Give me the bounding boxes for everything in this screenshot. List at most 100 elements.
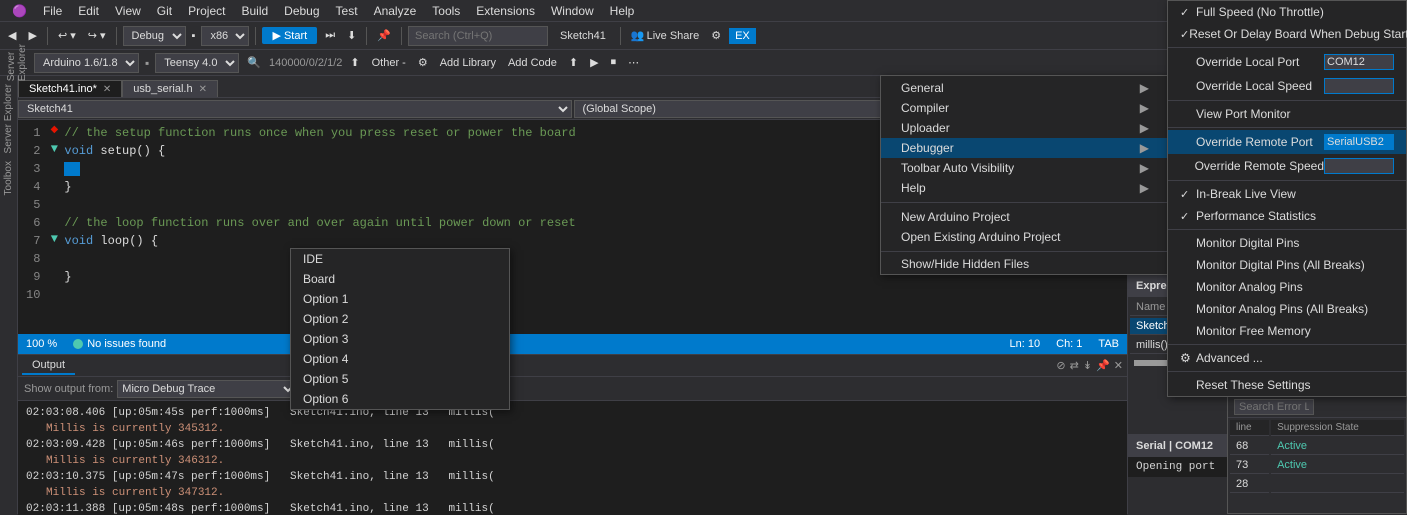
debug-config-select[interactable]: Debug [123,26,186,46]
menu-git[interactable]: Git [149,2,180,20]
sidebar-item-toolbox[interactable]: Toolbox [1,157,16,199]
menu-file[interactable]: File [35,2,70,20]
expressions-panel: Expressions on COM12 📌 ✕ Name Data Min [1128,274,1407,434]
settings-button[interactable]: ⚙ [707,27,725,44]
editor-scope-bar: Sketch41 (Global Scope) [18,98,1127,120]
vmicro-option1-select[interactable]: USB Type: Triple Serial [1188,144,1401,162]
menu-view[interactable]: View [107,2,149,20]
vmicro-ide-select[interactable]: Arduino 1.6/1.8 [1188,100,1401,118]
scope-right-select[interactable]: (Global Scope) [574,100,1128,118]
sep5 [401,27,402,45]
maximize-button[interactable]: □ [1365,2,1380,19]
add-code-button[interactable]: Add Code [504,55,561,71]
search-input[interactable] [408,26,548,46]
liveshare-button[interactable]: 👥 Live Share [627,27,703,44]
line-numbers: 12345 678910 [18,120,48,334]
menu-analyze[interactable]: Analyze [366,2,425,20]
add-library-button[interactable]: Add Library [436,55,500,71]
output-scroll-btn[interactable]: ↡ [1083,359,1092,372]
sep1 [47,27,48,45]
more-btn[interactable]: ⋯ [624,54,643,71]
line-number: Ln: 10 [1010,338,1041,350]
serial-settings-btn[interactable]: ⚙ [1353,440,1363,453]
output-source-btn1[interactable]: ⊘ [301,382,310,395]
vmicro-board-select[interactable]: Teensy 4.0 [1188,122,1401,140]
board-search-button[interactable]: 🔍 [243,54,265,71]
output-source-btn3[interactable]: ▶ [327,382,335,395]
redo-button[interactable]: ↪ ▾ [84,27,110,44]
menu-edit[interactable]: Edit [70,2,107,20]
menu-project[interactable]: Project [180,2,233,20]
expr-row-2[interactable]: millis() 349312 4312 [1130,337,1405,354]
minimize-button[interactable]: ─ [1347,2,1363,19]
tab-usb-serial[interactable]: usb_serial.h ✕ [122,80,218,97]
zoom-level: 100 % [26,338,57,350]
expr-scrollbar-thumb[interactable] [1134,360,1294,366]
undo-button[interactable]: ↩ ▾ [54,27,80,44]
menu-extensions[interactable]: Extensions [468,2,543,20]
vmicro-dropdown-btn[interactable]: vMicro ▾ [1321,54,1377,71]
serial-cstr-btn[interactable]: CStr [1367,440,1399,453]
toolbar-dot: ▪ [190,30,198,42]
back-button[interactable]: ◀ [4,27,20,44]
forward-button[interactable]: ▶ [24,27,40,44]
board-select[interactable]: Teensy 4.0 [155,53,239,73]
vmicro-option5-select[interactable]: Lockable: OFF [1188,232,1401,250]
vmicro-option3-select[interactable]: Optimize: Faster [1188,188,1401,206]
stop-btn[interactable]: ⏹ [607,54,621,71]
arch-select[interactable]: x86 [201,26,249,46]
output-source-btn4[interactable]: ⬇ [339,382,348,395]
expr-scrollbar[interactable] [1134,360,1401,366]
upload-button[interactable]: ⬆ [346,54,363,71]
expr-close-btn[interactable]: ✕ [1390,280,1399,293]
editor-tab-bar: Sketch41.ino* ✕ usb_serial.h ✕ [18,76,1127,98]
serial-email-btn[interactable]: ✉ [1340,440,1349,453]
arduino-toolbar: Server Explorer Arduino 1.6/1.8 ▪ Teensy… [0,50,1407,76]
serial-baud-select[interactable] [1296,438,1336,454]
vmicro-option1-row: Option 1 USB Type: Triple Serial [1128,142,1407,164]
output-wrap-btn[interactable]: ⇄ [1070,359,1079,372]
other-label[interactable]: Other - [368,57,410,69]
run-btn[interactable]: ▶ [586,54,602,71]
menu-window[interactable]: Window [543,2,602,20]
step-into-button[interactable]: ⬇ [343,27,360,44]
close-button[interactable]: ✕ [1382,2,1399,19]
settings-btn2[interactable]: ⚙ [414,54,432,71]
menu-debug[interactable]: Debug [276,2,327,20]
expr-row2-min: 4312 [1356,337,1405,354]
output-pin-btn[interactable]: 📌 [1096,359,1110,372]
vmicro-option6-select[interactable]: Key Location: Sketchbook Folder [1188,254,1401,272]
board-profile-select[interactable]: Arduino 1.6/1.8 [34,53,139,73]
server-explorer-tab[interactable]: Server Explorer [4,44,30,81]
expr-pin-btn[interactable]: 📌 [1373,280,1387,293]
output-close-btn[interactable]: ✕ [1114,359,1123,372]
vmicro-pin-icon[interactable]: 📌 [1385,80,1399,93]
vmicro-header: vMicro ▾ 📌 [1128,76,1407,98]
menu-test[interactable]: Test [328,2,366,20]
tab-close-sketch41[interactable]: ✕ [103,84,111,95]
vmicro-pin-btn[interactable]: 📌 [1381,54,1403,71]
output-source-btn2[interactable]: ◀ [315,382,323,395]
menu-build[interactable]: Build [233,2,276,20]
tab-close-usb[interactable]: ✕ [199,84,207,95]
output-tab[interactable]: Output [22,357,75,375]
pin-button[interactable]: 📌 [373,27,395,44]
menu-vs-icon[interactable]: 🟣 [4,2,35,20]
output-clear-btn[interactable]: ⊘ [1056,359,1065,372]
vmicro-option2-select[interactable]: CPU Speed: 600 MHz [1188,166,1401,184]
menu-tools[interactable]: Tools [424,2,468,20]
title-sketch: Sketch41 [552,30,614,42]
start-button[interactable]: ▶ Start [262,27,317,44]
upload-btn2[interactable]: ⬆ [565,54,582,71]
sidebar-item-server-explorer[interactable]: Server Explorer [1,80,16,157]
scope-left-select[interactable]: Sketch41 [18,100,572,118]
ex-button[interactable]: EX [729,28,756,44]
step-over-button[interactable]: ⏭ [321,27,339,44]
vmicro-option4-select[interactable]: Keyboard Layout: US English [1188,210,1401,228]
output-line-3: 02:03:09.428 [up:05m:46s perf:1000ms] Sk… [26,437,1119,453]
code-editor[interactable]: 12345 678910 ◆ ▼ ▼ // the setup function… [18,120,1127,334]
menu-help[interactable]: Help [602,2,643,20]
tab-sketch41[interactable]: Sketch41.ino* ✕ [18,80,122,97]
output-source-select[interactable]: Micro Debug Trace [117,380,297,398]
expr-row-1[interactable]: Sketch41.ino, line 13, [1130,318,1405,335]
